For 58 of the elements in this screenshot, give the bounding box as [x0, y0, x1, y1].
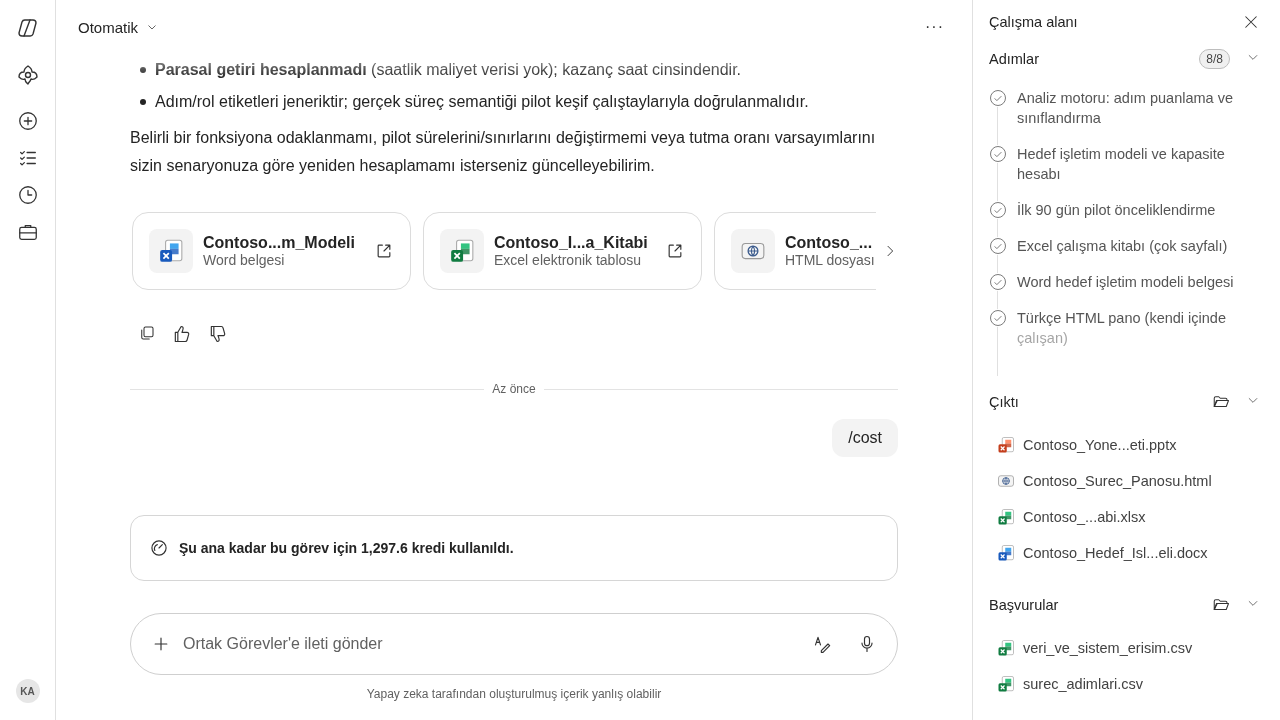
text-pen-icon	[813, 634, 833, 654]
user-message: /cost	[832, 419, 898, 457]
file-card[interactable]: Contoso...m_Modeli Word belgesi	[132, 212, 411, 290]
file-name: Contoso...m_Modeli	[203, 234, 356, 252]
disclaimer: Yapay zeka tarafından oluşturulmuş içerik yanlış olabilir	[365, 687, 663, 701]
section-title: Çıktı	[989, 393, 1020, 410]
word-file-icon	[158, 238, 184, 264]
slides-file-icon	[997, 436, 1015, 455]
file-card[interactable]: Contoso_I...a_Kitabi Excel elektronik tablosu	[423, 212, 702, 290]
panel-title: Çalışma alanı	[989, 13, 1078, 30]
step-label: Hedef işletim modeli ve kapasite hesabı	[1017, 145, 1226, 185]
logo-icon	[15, 16, 40, 40]
file-item[interactable]: veri_ve_sistem_erisim.csv	[997, 630, 1260, 666]
bullet-text: Adım/rol etiketleri jeneriktir; gerçek süreç semantiği pilot keşif çalıştaylarıyla doğrulanmalıdır.	[155, 92, 809, 112]
more-button[interactable]: ···	[919, 18, 950, 36]
file-type: HTML dosyası	[785, 252, 876, 268]
file-item[interactable]: Contoso_...abi.xlsx	[997, 499, 1260, 536]
copy-icon	[138, 324, 156, 342]
spreadsheet-file-icon	[449, 238, 475, 264]
bullet-text: Parasal getiri hesaplanmadı (saatlik maliyet verisi yok); kazanç saat cinsindendir.	[155, 60, 742, 80]
file-card[interactable]: Contoso_... HTML dosyası	[714, 212, 876, 290]
message-composer[interactable]: Ortak Görevler'e ileti gönder	[130, 613, 898, 675]
spreadsheet-file-icon	[997, 508, 1015, 527]
thumbs-down-icon	[208, 324, 228, 344]
response-paragraph: Belirli bir fonksiyona odaklanmamı, pilot sürelerini/sınırlarını değiştirmemi veya tutma oranı varsayımlarını sizin senaryonuza göre yeniden hesaplamamı isterseniz güncelleyebilirim.	[130, 128, 877, 176]
step-label: Excel çalışma kitabı (çok sayfalı)	[1017, 237, 1228, 257]
new-chat-icon	[16, 110, 39, 132]
section-title: Adımlar	[989, 50, 1040, 67]
agent-icon	[15, 63, 40, 87]
bullet-dot	[140, 67, 146, 73]
file-item[interactable]: Contoso_Surec_Panosu.html	[997, 463, 1260, 500]
step-label: Türkçe HTML pano (kendi içinde çalışan)	[1017, 309, 1227, 349]
step-label: Analiz motoru: adım puanlama ve sınıflandırma	[1017, 89, 1234, 129]
mode-dropdown[interactable]: Otomatik	[78, 18, 158, 36]
step-label: Word hedef işletim modeli belgesi	[1017, 273, 1234, 293]
message-field[interactable]: Ortak Görevler'e ileti gönder	[181, 634, 789, 654]
user-avatar[interactable]: KA	[15, 679, 40, 703]
file-name: Contoso_...	[785, 234, 874, 252]
like-button[interactable]	[172, 324, 192, 344]
bullet-dot	[140, 99, 146, 105]
clock-icon	[16, 184, 39, 206]
file-type: Excel elektronik tablosu	[494, 252, 643, 268]
csv-file-icon	[997, 675, 1015, 693]
timestamp: Az önce	[492, 382, 536, 396]
section-title: Başvurular	[989, 596, 1060, 613]
word-file-icon	[997, 544, 1015, 563]
usage-text: Şu ana kadar bu görev için 1,297.6 kredi kullanıldı.	[179, 540, 514, 556]
step-label: İlk 90 gün pilot önceliklendirme	[1017, 201, 1216, 221]
file-item[interactable]: Contoso_Yone...eti.pptx	[997, 427, 1260, 464]
file-type: Word belgesi	[203, 252, 286, 268]
file-name: Contoso_I...a_Kitabi	[494, 234, 649, 252]
thumbs-up-icon	[172, 324, 192, 344]
file-item[interactable]: surec_adimlari.csv	[997, 666, 1260, 702]
file-item[interactable]: Contoso_Hedef_Isl...eli.docx	[997, 535, 1260, 572]
dislike-button[interactable]	[208, 324, 228, 344]
csv-file-icon	[997, 639, 1015, 657]
step-count: 8/8	[1199, 48, 1230, 69]
gauge-icon	[149, 538, 169, 558]
